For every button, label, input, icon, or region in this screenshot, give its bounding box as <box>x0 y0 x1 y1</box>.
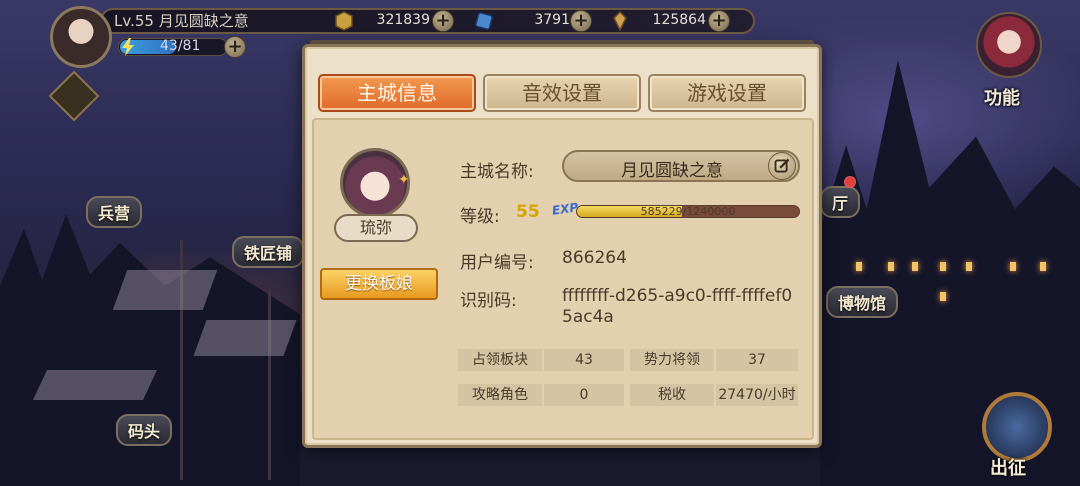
stat-value-territory: 43 <box>544 349 624 371</box>
sortie-emblem-icon <box>982 392 1052 462</box>
window-light <box>966 262 972 271</box>
ship-sail <box>112 270 218 310</box>
edit-name-button[interactable] <box>768 152 796 180</box>
notification-dot <box>844 176 856 188</box>
ship-sail <box>33 370 157 400</box>
user-id-value: 866264 <box>562 248 627 268</box>
window-light <box>1040 262 1046 271</box>
player-avatar[interactable] <box>50 6 112 68</box>
function-avatar <box>976 12 1042 78</box>
crystal-value: 125864 <box>652 12 706 28</box>
add-crystal-button[interactable]: + <box>708 10 730 32</box>
ticket-value: 3791 <box>534 12 570 28</box>
function-label: 功能 <box>984 88 1020 109</box>
dock-label[interactable]: 码头 <box>116 414 173 446</box>
level-value: 55 <box>516 202 540 222</box>
player-level-name: Lv.55 月见圆缺之意 <box>114 12 249 30</box>
ship-mast <box>268 290 271 480</box>
window-light <box>912 262 918 271</box>
window-light <box>940 292 946 301</box>
city-name-label: 主城名称: <box>460 162 534 182</box>
window-light <box>888 262 894 271</box>
add-gold-button[interactable]: + <box>432 10 454 32</box>
stat-label-tax: 税收 <box>630 384 714 406</box>
gold-value: 321839 <box>376 12 430 28</box>
stamina-value: 43/81 <box>160 38 201 54</box>
level-label: 等级: <box>460 207 500 227</box>
smithy-label[interactable]: 铁匠铺 <box>232 236 305 268</box>
character-name: 琉弥 <box>334 214 418 242</box>
city-name-value: 月见圆缺之意 <box>621 161 723 181</box>
stat-label-territory: 占领板块 <box>458 349 542 371</box>
tab-city-info[interactable]: 主城信息 <box>318 74 476 112</box>
pencil-icon <box>774 158 790 173</box>
ship-sail <box>193 320 297 356</box>
user-id-label: 用户编号: <box>460 253 534 273</box>
stat-label-characters: 攻略角色 <box>458 384 542 406</box>
ident-code-value: ffffffff-d265-a9c0-ffff-ffffef05ac4a <box>562 286 793 327</box>
museum-label[interactable]: 博物馆 <box>826 286 899 318</box>
barracks-label[interactable]: 兵营 <box>86 196 143 228</box>
window-light <box>856 262 862 271</box>
sortie-button[interactable]: 出征 <box>978 392 1058 482</box>
add-stamina-button[interactable]: + <box>224 36 246 58</box>
add-ticket-button[interactable]: + <box>570 10 592 32</box>
stat-value-tax: 27470/小时 <box>716 384 798 406</box>
stat-value-characters: 0 <box>544 384 624 406</box>
window-light <box>940 262 946 271</box>
hall-label[interactable]: 厅 <box>820 186 861 218</box>
window-light <box>1010 262 1016 271</box>
stat-value-generals: 37 <box>716 349 798 371</box>
tab-sound-settings[interactable]: 音效设置 <box>483 74 641 112</box>
exp-value: 585229/1240000 <box>640 205 736 218</box>
change-character-button[interactable]: 更换板娘 <box>320 268 438 300</box>
lightning-icon <box>122 38 134 56</box>
stat-label-generals: 势力将领 <box>630 349 714 371</box>
ident-code-label: 识别码: <box>460 291 517 311</box>
function-button[interactable]: 功能 <box>972 8 1050 109</box>
sortie-label: 出征 <box>990 458 1026 479</box>
star-icon: ✦ <box>398 172 410 188</box>
tab-game-settings[interactable]: 游戏设置 <box>648 74 806 112</box>
